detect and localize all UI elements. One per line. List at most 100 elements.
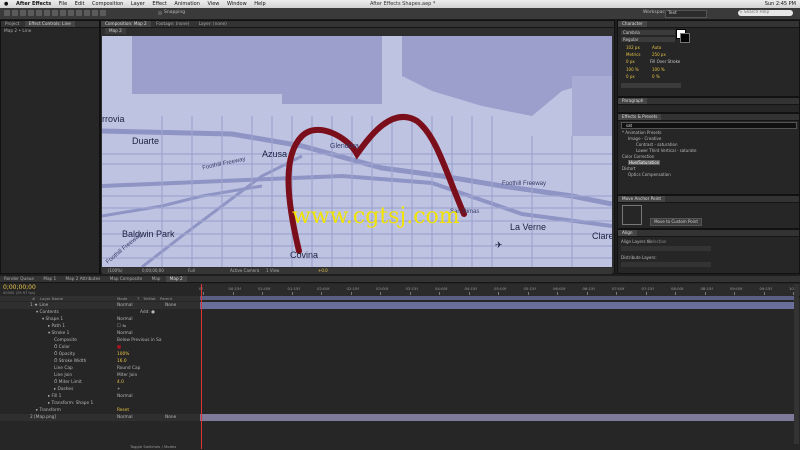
- tab-project[interactable]: Project: [1, 21, 23, 27]
- tab-map-composite[interactable]: Map Composite: [106, 276, 147, 282]
- property-row[interactable]: Line Cap Round Cap: [0, 365, 200, 372]
- menu-window[interactable]: Window: [227, 0, 247, 8]
- tab-layer[interactable]: Layer: (none): [195, 21, 231, 27]
- work-area-bar[interactable]: [200, 296, 794, 300]
- selection-tool-icon[interactable]: [4, 10, 10, 16]
- font-size-value[interactable]: 102 px: [626, 45, 640, 50]
- tsume-value[interactable]: 0 %: [652, 74, 660, 79]
- property-row[interactable]: Ö Stroke Width 16.0: [0, 358, 200, 365]
- effects-tree-2[interactable]: Contrast - saturation: [636, 142, 677, 147]
- tab-map[interactable]: Map: [148, 276, 165, 282]
- camera-select[interactable]: Active Camera: [230, 268, 259, 274]
- property-row[interactable]: ▸ Transform: Shape 1: [0, 400, 200, 407]
- effects-tree-4[interactable]: Color Correction: [622, 154, 654, 159]
- tab-map-2[interactable]: Map 2: [165, 276, 187, 282]
- property-row[interactable]: Ö Opacity 100%: [0, 351, 200, 358]
- menu-file[interactable]: File: [59, 0, 67, 8]
- toggle-switches-modes[interactable]: Toggle Switches / Modes: [130, 444, 176, 449]
- tab-effect-controls[interactable]: Effect Controls: Line: [24, 21, 75, 27]
- stroke-mode-select[interactable]: Fill Over Stroke: [650, 59, 680, 64]
- ruler-label: 08:00f: [671, 286, 684, 291]
- effects-tree-0[interactable]: * Animation Presets: [622, 130, 662, 135]
- property-row[interactable]: ▸ Dashes +: [0, 386, 200, 393]
- menu-layer[interactable]: Layer: [131, 0, 145, 8]
- stroke-color-swatch[interactable]: [680, 33, 690, 43]
- brush-tool-icon[interactable]: [76, 10, 82, 16]
- menu-effect[interactable]: Effect: [152, 0, 166, 8]
- layer-row[interactable]: 1 ★ Line Normal None: [0, 302, 200, 309]
- kerning-value[interactable]: Metrics: [626, 52, 641, 57]
- menu-view[interactable]: View: [208, 0, 220, 8]
- menu-composition[interactable]: Composition: [92, 0, 123, 8]
- tab-render-queue[interactable]: Render Queue: [0, 276, 38, 282]
- shape-tool-icon[interactable]: [52, 10, 58, 16]
- align-buttons[interactable]: [621, 246, 711, 251]
- property-row[interactable]: ▾ Stroke 1 Normal: [0, 330, 200, 337]
- leading-value[interactable]: Auto: [652, 45, 661, 50]
- resolution-select[interactable]: Full: [188, 268, 195, 274]
- views-select[interactable]: 1 View: [266, 268, 279, 274]
- effects-tree-6[interactable]: Distort: [622, 166, 636, 171]
- comp-timecode[interactable]: 0;00;00;00: [142, 268, 164, 274]
- pan-behind-tool-icon[interactable]: [44, 10, 50, 16]
- horizontal-scale-value[interactable]: 100 %: [652, 67, 665, 72]
- puppet-tool-icon[interactable]: [100, 10, 106, 16]
- tab-composition[interactable]: Composition: Map 2: [101, 21, 151, 27]
- property-row[interactable]: Composite Below Previous in Sa: [0, 337, 200, 344]
- timeline-scrollbar[interactable]: [794, 284, 799, 444]
- layer-bar-map[interactable]: [200, 414, 794, 421]
- property-row[interactable]: Line Join Miter Join: [0, 372, 200, 379]
- effects-tree-1[interactable]: Image - Creative: [628, 136, 661, 141]
- composition-viewer[interactable]: ✈ rrovia Duarte Azusa Glendora Foothill …: [102, 36, 612, 267]
- current-time-indicator[interactable]: [201, 284, 202, 449]
- zoom-tool-icon[interactable]: [20, 10, 26, 16]
- effects-tree-7[interactable]: Optics Compensation: [628, 172, 671, 177]
- property-row[interactable]: ▾ Contents Add: ●: [0, 309, 200, 316]
- tab-footage[interactable]: Footage: (none): [152, 21, 193, 27]
- rotate-tool-icon[interactable]: [28, 10, 34, 16]
- menu-app[interactable]: After Effects: [16, 0, 51, 8]
- camera-tool-icon[interactable]: [36, 10, 42, 16]
- baseline-shift-value[interactable]: 0 px: [626, 74, 635, 79]
- tracking-value[interactable]: 250 px: [652, 52, 666, 57]
- exposure-value[interactable]: +0.0: [318, 268, 328, 274]
- comp-subtab[interactable]: Map 2: [105, 28, 126, 34]
- property-row[interactable]: ▸ Path 1 ☐ ⇆: [0, 323, 200, 330]
- property-row[interactable]: ▾ Shape 1 Normal: [0, 316, 200, 323]
- stroke-width-value[interactable]: 0 px: [626, 59, 635, 64]
- snapping-checkbox-icon[interactable]: [158, 11, 162, 15]
- property-row[interactable]: ▸ Fill 1 Normal: [0, 393, 200, 400]
- type-tool-icon[interactable]: [68, 10, 74, 16]
- character-header: Character: [618, 21, 799, 28]
- stamp-tool-icon[interactable]: [84, 10, 90, 16]
- apple-icon[interactable]: ●: [4, 0, 8, 8]
- tab-map-1[interactable]: Map 1: [39, 276, 60, 282]
- menu-animation[interactable]: Animation: [174, 0, 200, 8]
- effects-search-input[interactable]: sat: [621, 122, 797, 129]
- text-style-buttons[interactable]: [621, 83, 681, 88]
- property-row[interactable]: Ö Color ■: [0, 344, 200, 351]
- distribute-buttons[interactable]: [621, 262, 711, 267]
- menu-help[interactable]: Help: [254, 0, 265, 8]
- align-layers-select[interactable]: Selection: [648, 239, 666, 244]
- effects-tree-5[interactable]: Hue/Saturation: [628, 160, 661, 165]
- vertical-scale-value[interactable]: 100 %: [626, 67, 639, 72]
- anchor-grid-icon[interactable]: [622, 205, 642, 225]
- effects-tree-3[interactable]: Lower Third Vertical - saturate: [636, 148, 696, 153]
- tab-map-2-attributes[interactable]: Map 2 Attributes: [62, 276, 105, 282]
- pen-tool-icon[interactable]: [60, 10, 66, 16]
- layer-bar-line[interactable]: [200, 302, 794, 309]
- menu-edit[interactable]: Edit: [75, 0, 85, 8]
- property-row[interactable]: Ö Miter Limit 4.0: [0, 379, 200, 386]
- eraser-tool-icon[interactable]: [92, 10, 98, 16]
- move-to-custom-button[interactable]: Move to Custom Point: [650, 218, 702, 226]
- search-help-input[interactable]: ⌕ Search Help: [738, 9, 793, 16]
- property-row[interactable]: ▸ Transform Reset: [0, 407, 200, 414]
- workspace-select[interactable]: Text: [665, 9, 707, 18]
- hand-tool-icon[interactable]: [12, 10, 18, 16]
- zoom-select[interactable]: (100%): [108, 268, 123, 274]
- timeline-timecode[interactable]: 0;00;00;00: [3, 284, 36, 291]
- style-select[interactable]: Regular: [621, 37, 675, 42]
- font-select[interactable]: Cambria: [621, 30, 675, 35]
- layer-row[interactable]: 2 [Map.png] Normal None: [0, 414, 200, 421]
